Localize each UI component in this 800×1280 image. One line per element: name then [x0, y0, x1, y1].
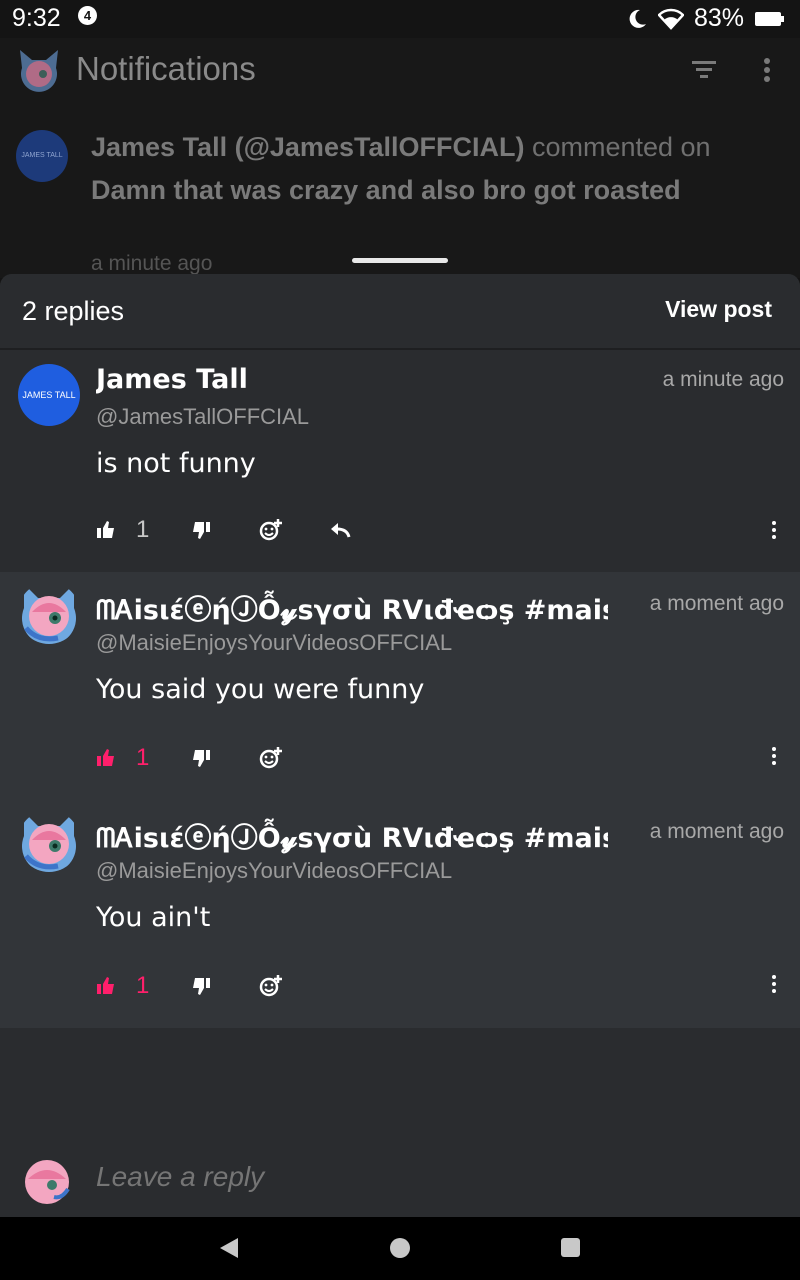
- notification-time: a minute ago: [91, 252, 213, 275]
- home-icon[interactable]: [390, 1238, 410, 1258]
- comment-body: You said you were funny: [96, 674, 425, 705]
- reply-bar: [0, 1147, 800, 1217]
- comment-actions: 1: [96, 744, 283, 772]
- comment-time: a moment ago: [649, 592, 784, 615]
- filter-icon[interactable]: [690, 58, 718, 80]
- comment-menu-icon[interactable]: [770, 974, 778, 994]
- add-reaction-icon[interactable]: [259, 746, 283, 770]
- notification-post: Damn that was crazy and also bro got roa…: [91, 175, 681, 205]
- thumbs-down-icon[interactable]: [191, 520, 211, 540]
- user-avatar: [25, 1160, 70, 1204]
- app-avatar-icon[interactable]: [14, 46, 64, 96]
- notification-text[interactable]: James Tall (@JamesTallOFFCIAL) commented…: [91, 126, 751, 212]
- notification-author: James Tall (@JamesTallOFFCIAL): [91, 132, 525, 162]
- comment: ᗰᎪisιέⓔήⒿỖ𝔂ѕγσù RⅤιđҽѻş #maisp a moment …: [0, 800, 800, 1028]
- comment-handle: @MaisieEnjoysYourVideosOFFCIAL: [96, 858, 453, 883]
- like-button[interactable]: 1: [96, 972, 149, 1000]
- avatar[interactable]: [18, 582, 80, 644]
- reply-input[interactable]: [96, 1161, 776, 1193]
- replies-sheet: 2 replies View post JAMES TALL James Tal…: [0, 274, 800, 1147]
- status-bar: 9:32 4 83%: [0, 0, 800, 38]
- battery-percent: 83%: [693, 4, 744, 32]
- comment-menu-icon[interactable]: [770, 520, 778, 540]
- page-title: Notifications: [76, 50, 256, 87]
- thumbs-up-icon: [97, 521, 114, 538]
- comment-actions: 1: [96, 972, 283, 1000]
- comment-time: a minute ago: [662, 368, 784, 391]
- wifi-icon: [657, 8, 684, 30]
- like-button[interactable]: 1: [96, 516, 149, 544]
- comment: ᗰᎪisιέⓔήⒿỖ𝔂ѕγσù RⅤιđҽѻş #maisp a moment …: [0, 572, 800, 800]
- reply-arrow-icon[interactable]: [329, 520, 351, 540]
- replies-count: 2 replies: [22, 296, 125, 326]
- comment-author[interactable]: ᗰᎪisιέⓔήⒿỖ𝔂ѕγσù RⅤιđҽѻş #maisp: [96, 816, 608, 855]
- sheet-drag-handle[interactable]: [352, 258, 448, 263]
- thumbs-up-icon: [97, 977, 114, 994]
- comment-actions: 1: [96, 516, 351, 544]
- overflow-menu-icon[interactable]: [760, 56, 774, 84]
- like-button[interactable]: 1: [96, 744, 149, 772]
- view-post-button[interactable]: View post: [665, 296, 772, 323]
- comment-body: You ain't: [96, 902, 211, 933]
- comment-author[interactable]: James Tall: [96, 364, 608, 395]
- notification-avatar: JAMES TALL: [16, 130, 68, 182]
- thumbs-down-icon[interactable]: [191, 748, 211, 768]
- avatar[interactable]: JAMES TALL: [18, 364, 80, 426]
- notification-count-badge: 4: [78, 6, 97, 25]
- battery-icon: [755, 11, 784, 26]
- comment-author[interactable]: ᗰᎪisιέⓔήⒿỖ𝔂ѕγσù RⅤιđҽѻş #maisp: [96, 588, 608, 627]
- status-time: 9:32: [12, 4, 61, 32]
- back-icon[interactable]: [218, 1237, 240, 1259]
- comment-handle: @JamesTallOFFCIAL: [96, 404, 310, 429]
- sheet-header: 2 replies View post: [0, 274, 800, 350]
- comment-menu-icon[interactable]: [770, 746, 778, 766]
- status-icons: 83%: [626, 4, 786, 33]
- add-reaction-icon[interactable]: [259, 974, 283, 998]
- thumbs-down-icon[interactable]: [191, 976, 211, 996]
- notification-verb: commented on: [524, 132, 711, 162]
- like-count: 1: [136, 972, 150, 999]
- comment-handle: @MaisieEnjoysYourVideosOFFCIAL: [96, 630, 453, 655]
- comment: JAMES TALL James Tall a minute ago @Jame…: [0, 350, 800, 572]
- add-reaction-icon[interactable]: [259, 518, 283, 542]
- notifications-page: Notifications JAMES TALL James Tall (@Ja…: [0, 38, 800, 278]
- avatar[interactable]: [18, 810, 80, 872]
- comment-time: a moment ago: [649, 820, 784, 843]
- comment-body: is not funny: [96, 448, 256, 479]
- thumbs-up-icon: [97, 749, 114, 766]
- like-count: 1: [136, 744, 150, 771]
- like-count: 1: [136, 516, 150, 543]
- system-nav-bar: [0, 1217, 800, 1280]
- do-not-disturb-moon-icon: [629, 9, 646, 28]
- recents-icon[interactable]: [561, 1238, 580, 1257]
